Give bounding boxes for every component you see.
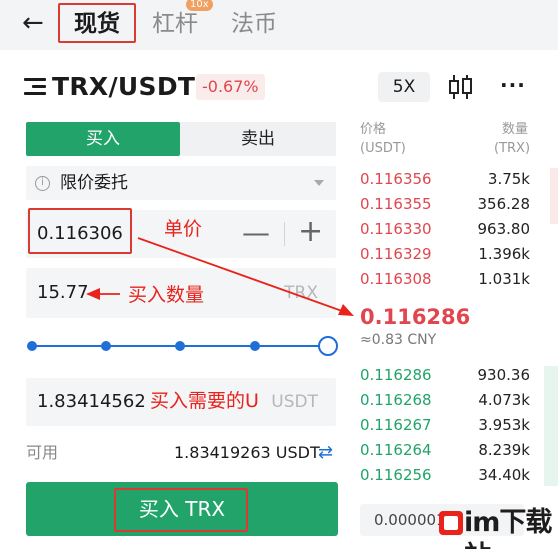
margin-badge: 10x <box>186 0 213 11</box>
ask-price: 0.116329 <box>360 245 432 263</box>
ob-qty-header: 数量 <box>502 122 529 137</box>
ob-price-unit: (USDT) <box>360 141 406 156</box>
ob-qty-unit: (TRX) <box>494 141 531 156</box>
top-bar: ← 现货 杠杆 10x 法币 <box>0 0 558 50</box>
buy-tab[interactable]: 买入 <box>26 122 180 156</box>
annotation-price: 单价 <box>164 218 203 240</box>
price-value[interactable]: 0.116306 <box>37 223 123 245</box>
info-icon[interactable]: i <box>35 176 50 191</box>
ask-row[interactable]: 0.116329 1.396k <box>360 243 530 265</box>
tab-margin[interactable]: 杠杆 <box>152 10 198 38</box>
order-type-label: 限价委托 <box>60 173 128 193</box>
price-increment-button[interactable]: + <box>298 216 323 248</box>
ob-price-header: 价格 <box>360 122 387 137</box>
ask-row[interactable]: 0.116330 963.80 <box>360 218 530 240</box>
stepper-divider <box>284 222 285 246</box>
annotation-total: 买入需要的U <box>150 390 259 412</box>
bid-qty: 34.40k <box>478 466 530 484</box>
bid-price: 0.116286 <box>360 366 432 384</box>
ask-price: 0.116356 <box>360 170 432 188</box>
bid-row[interactable]: 0.116264 8.239k <box>360 439 530 461</box>
available-balance: 1.83419263 USDT <box>174 443 320 462</box>
available-label: 可用 <box>26 443 59 462</box>
ask-row[interactable]: 0.116308 1.031k <box>360 268 530 290</box>
quantity-unit: TRX <box>284 283 318 303</box>
bid-row[interactable]: 0.116286 930.36 <box>360 364 530 386</box>
leverage-button[interactable]: 5X <box>378 72 430 102</box>
slider-step-0[interactable] <box>27 341 37 351</box>
ask-qty: 1.396k <box>478 245 530 263</box>
ask-price: 0.116308 <box>360 270 432 288</box>
ask-row[interactable]: 0.116355 356.28 <box>360 193 530 215</box>
last-price[interactable]: 0.116286 <box>360 305 470 329</box>
slider-handle[interactable] <box>318 336 338 356</box>
bid-row[interactable]: 0.116256 34.40k <box>360 464 530 486</box>
back-arrow-icon[interactable]: ← <box>22 8 44 38</box>
ask-price: 0.116355 <box>360 195 432 213</box>
bid-row[interactable]: 0.116268 4.073k <box>360 389 530 411</box>
bid-price: 0.116267 <box>360 416 432 434</box>
watermark-logo-icon <box>439 511 463 535</box>
tab-spot[interactable]: 现货 <box>74 10 120 38</box>
quantity-value[interactable]: 15.77 <box>37 282 89 304</box>
bid-qty: 4.073k <box>478 391 530 409</box>
candlestick-chart-icon[interactable] <box>448 73 474 101</box>
ask-depth-bar <box>550 168 558 224</box>
tab-fiat[interactable]: 法币 <box>231 10 277 38</box>
bid-price: 0.116268 <box>360 391 432 409</box>
buy-trx-button[interactable]: 买入 TRX <box>26 482 338 536</box>
ask-row[interactable]: 0.116356 3.75k <box>360 168 530 190</box>
sell-tab[interactable]: 卖出 <box>180 122 336 156</box>
bid-price: 0.116256 <box>360 466 432 484</box>
bid-row[interactable]: 0.116267 3.953k <box>360 414 530 436</box>
pair-symbol[interactable]: TRX/USDT <box>52 72 195 102</box>
ask-qty: 1.031k <box>478 270 530 288</box>
total-unit: USDT <box>271 392 318 412</box>
bid-qty: 930.36 <box>477 366 531 384</box>
ask-qty: 3.75k <box>487 170 530 188</box>
bid-qty: 3.953k <box>478 416 530 434</box>
slider-step-75[interactable] <box>250 341 260 351</box>
total-value[interactable]: 1.83414562 <box>37 391 146 413</box>
ask-qty: 963.80 <box>477 220 531 238</box>
more-menu-icon[interactable]: ··· <box>500 72 526 98</box>
bid-qty: 8.239k <box>478 441 530 459</box>
annotation-quantity: 买入数量 <box>128 284 205 306</box>
order-type-select[interactable]: i 限价委托 <box>26 166 336 200</box>
ask-price: 0.116330 <box>360 220 432 238</box>
price-decrement-button[interactable]: — <box>242 217 270 249</box>
bid-depth-bar <box>544 366 558 486</box>
transfer-icon[interactable]: ⇄ <box>318 442 333 464</box>
last-price-cny: ≈0.83 CNY <box>360 332 437 348</box>
slider-step-25[interactable] <box>101 341 111 351</box>
bid-price: 0.116264 <box>360 441 432 459</box>
watermark-text: im下载站 <box>464 507 552 549</box>
ask-qty: 356.28 <box>477 195 531 213</box>
slider-step-50[interactable] <box>175 341 185 351</box>
depth-precision-value: 0.000001 <box>374 511 446 529</box>
pair-list-icon[interactable] <box>24 78 48 96</box>
dropdown-caret-icon <box>314 180 324 186</box>
price-change-badge: -0.67% <box>196 74 265 100</box>
